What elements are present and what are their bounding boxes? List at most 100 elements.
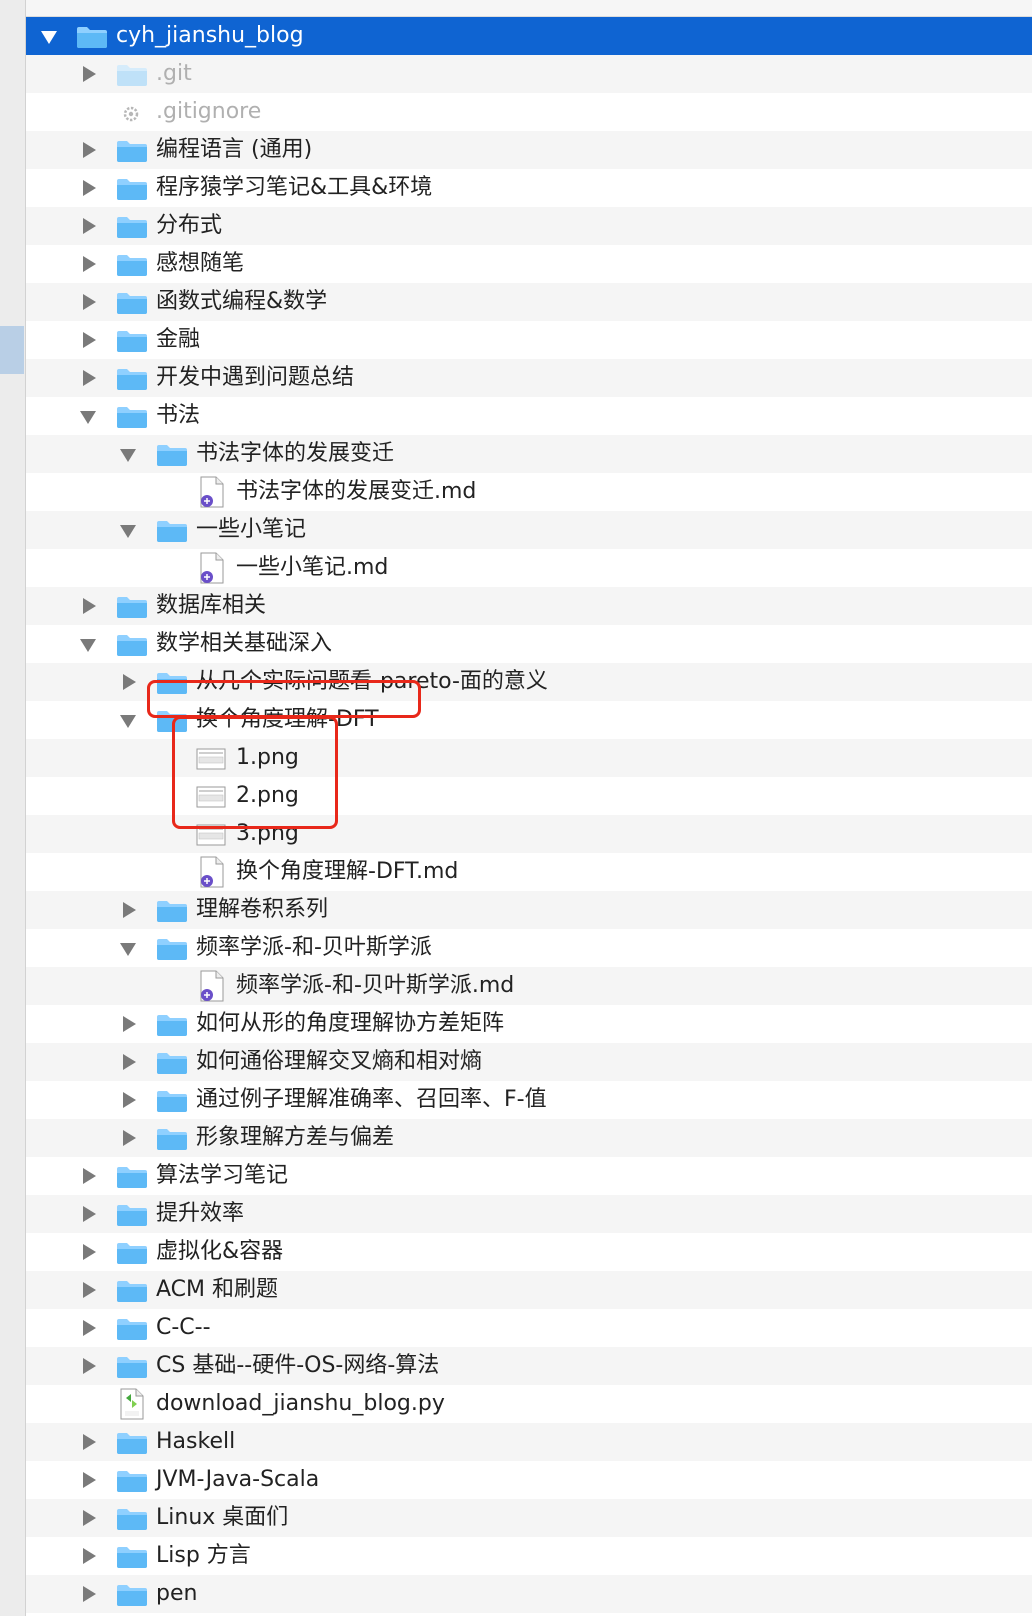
disclosure-open-icon[interactable] <box>120 715 136 728</box>
disclosure-closed-icon[interactable] <box>123 1016 136 1032</box>
disclosure-closed-icon[interactable] <box>83 1282 96 1298</box>
tree-row[interactable]: 书法 <box>26 397 1032 435</box>
disclosure-open-icon[interactable] <box>120 449 136 462</box>
disclosure-closed-icon[interactable] <box>83 142 96 158</box>
tree-row[interactable]: 感想随笔 <box>26 245 1032 283</box>
tree-row-label: ACM 和刷题 <box>156 1277 278 1302</box>
tree-row[interactable]: 函数式编程&数学 <box>26 283 1032 321</box>
disclosure-closed-icon[interactable] <box>83 1548 96 1564</box>
folder-icon <box>117 1357 147 1378</box>
tree-row[interactable]: .git <box>26 55 1032 93</box>
tree-row[interactable]: .gitignore <box>26 93 1032 131</box>
folder-icon <box>117 217 147 238</box>
folder-icon <box>117 1547 147 1568</box>
tree-row[interactable]: 一些小笔记 <box>26 511 1032 549</box>
tree-row[interactable]: 频率学派-和-贝叶斯学派.md <box>26 967 1032 1005</box>
disclosure-closed-icon[interactable] <box>123 1092 136 1108</box>
folder-icon <box>117 1319 147 1340</box>
folder-icon <box>117 65 147 86</box>
disclosure-closed-icon[interactable] <box>123 1130 136 1146</box>
tree-row[interactable]: 书法字体的发展变迁.md <box>26 473 1032 511</box>
folder-icon <box>157 939 187 960</box>
disclosure-closed-icon[interactable] <box>123 1054 136 1070</box>
tree-row[interactable]: 如何从形的角度理解协方差矩阵 <box>26 1005 1032 1043</box>
tree-row-label: 金融 <box>156 327 201 352</box>
tree-row[interactable]: 通过例子理解准确率、召回率、F-值 <box>26 1081 1032 1119</box>
tree-row[interactable]: 一些小笔记.md <box>26 549 1032 587</box>
disclosure-closed-icon[interactable] <box>83 1320 96 1336</box>
tree-row-label: 函数式编程&数学 <box>156 289 328 314</box>
tree-row[interactable]: Linux 桌面们 <box>26 1499 1032 1537</box>
tree-row[interactable]: ACM 和刷题 <box>26 1271 1032 1309</box>
tree-row-label: 频率学派-和-贝叶斯学派.md <box>236 973 515 998</box>
tree-row[interactable]: 提升效率 <box>26 1195 1032 1233</box>
disclosure-closed-icon[interactable] <box>83 1586 96 1602</box>
disclosure-closed-icon[interactable] <box>83 1510 96 1526</box>
tree-row[interactable]: 数据库相关 <box>26 587 1032 625</box>
tree-row[interactable]: 编程语言 (通用) <box>26 131 1032 169</box>
disclosure-closed-icon[interactable] <box>83 180 96 196</box>
tree-row[interactable]: C-C-- <box>26 1309 1032 1347</box>
tree-row[interactable]: 程序猿学习笔记&工具&环境 <box>26 169 1032 207</box>
tree-row-label: C-C-- <box>156 1315 211 1340</box>
folder-icon <box>157 1015 187 1036</box>
tree-row[interactable]: CS 基础--硬件-OS-网络-算法 <box>26 1347 1032 1385</box>
tree-row-label: 形象理解方差与偏差 <box>196 1125 395 1150</box>
annotation-highlight-images <box>172 716 338 829</box>
tree-row-label: 算法学习笔记 <box>156 1163 289 1188</box>
tree-row[interactable]: 理解卷积系列 <box>26 891 1032 929</box>
disclosure-closed-icon[interactable] <box>83 1358 96 1374</box>
tree-row-label: 虚拟化&容器 <box>156 1239 284 1264</box>
tree-row[interactable]: 数学相关基础深入 <box>26 625 1032 663</box>
tree-row-label: CS 基础--硬件-OS-网络-算法 <box>156 1353 440 1378</box>
tree-row[interactable]: 换个角度理解-DFT.md <box>26 853 1032 891</box>
tree-root[interactable]: cyh_jianshu_blog <box>26 17 1032 55</box>
folder-icon <box>117 255 147 276</box>
disclosure-closed-icon[interactable] <box>83 294 96 310</box>
disclosure-closed-icon[interactable] <box>83 1244 96 1260</box>
tree-row[interactable]: download_jianshu_blog.py <box>26 1385 1032 1423</box>
tree-row-label: Linux 桌面们 <box>156 1505 289 1530</box>
disclosure-closed-icon[interactable] <box>83 66 96 82</box>
tree-row[interactable]: 开发中遇到问题总结 <box>26 359 1032 397</box>
tree-row[interactable]: 形象理解方差与偏差 <box>26 1119 1032 1157</box>
disclosure-closed-icon[interactable] <box>83 256 96 272</box>
tree-row[interactable]: 金融 <box>26 321 1032 359</box>
tree-row-label: 一些小笔记.md <box>236 555 389 580</box>
disclosure-open-icon[interactable] <box>120 943 136 956</box>
tree-row-label: .git <box>156 61 192 86</box>
folder-icon <box>117 407 147 428</box>
disclosure-open-icon[interactable] <box>80 411 96 424</box>
tree-row-label: 书法字体的发展变迁.md <box>236 479 477 504</box>
disclosure-open-icon[interactable] <box>41 31 57 44</box>
tree-row[interactable]: 频率学派-和-贝叶斯学派 <box>26 929 1032 967</box>
tree-row[interactable]: JVM-Java-Scala <box>26 1461 1032 1499</box>
tree-row[interactable]: 书法字体的发展变迁 <box>26 435 1032 473</box>
tree-row[interactable]: Lisp 方言 <box>26 1537 1032 1575</box>
disclosure-closed-icon[interactable] <box>83 332 96 348</box>
root-folder-label: cyh_jianshu_blog <box>116 23 304 48</box>
folder-icon <box>117 1205 147 1226</box>
disclosure-closed-icon[interactable] <box>83 1206 96 1222</box>
tree-row[interactable]: 虚拟化&容器 <box>26 1233 1032 1271</box>
disclosure-closed-icon[interactable] <box>123 902 136 918</box>
tree-row-label: 数学相关基础深入 <box>156 631 333 656</box>
tree-row-label: 如何从形的角度理解协方差矩阵 <box>196 1011 505 1036</box>
tree-row[interactable]: Haskell <box>26 1423 1032 1461</box>
disclosure-open-icon[interactable] <box>120 525 136 538</box>
disclosure-closed-icon[interactable] <box>83 598 96 614</box>
tree-row[interactable]: 算法学习笔记 <box>26 1157 1032 1195</box>
tree-row[interactable]: 分布式 <box>26 207 1032 245</box>
disclosure-closed-icon[interactable] <box>123 674 136 690</box>
tree-row-label: 通过例子理解准确率、召回率、F-值 <box>196 1087 547 1112</box>
disclosure-closed-icon[interactable] <box>83 1472 96 1488</box>
tree-row[interactable]: 如何通俗理解交叉熵和相对熵 <box>26 1043 1032 1081</box>
disclosure-closed-icon[interactable] <box>83 218 96 234</box>
markdown-file-icon <box>200 970 224 1002</box>
disclosure-open-icon[interactable] <box>80 639 96 652</box>
tree-row[interactable]: pen <box>26 1575 1032 1613</box>
disclosure-closed-icon[interactable] <box>83 1168 96 1184</box>
disclosure-closed-icon[interactable] <box>83 370 96 386</box>
folder-icon <box>117 1585 147 1606</box>
disclosure-closed-icon[interactable] <box>83 1434 96 1450</box>
